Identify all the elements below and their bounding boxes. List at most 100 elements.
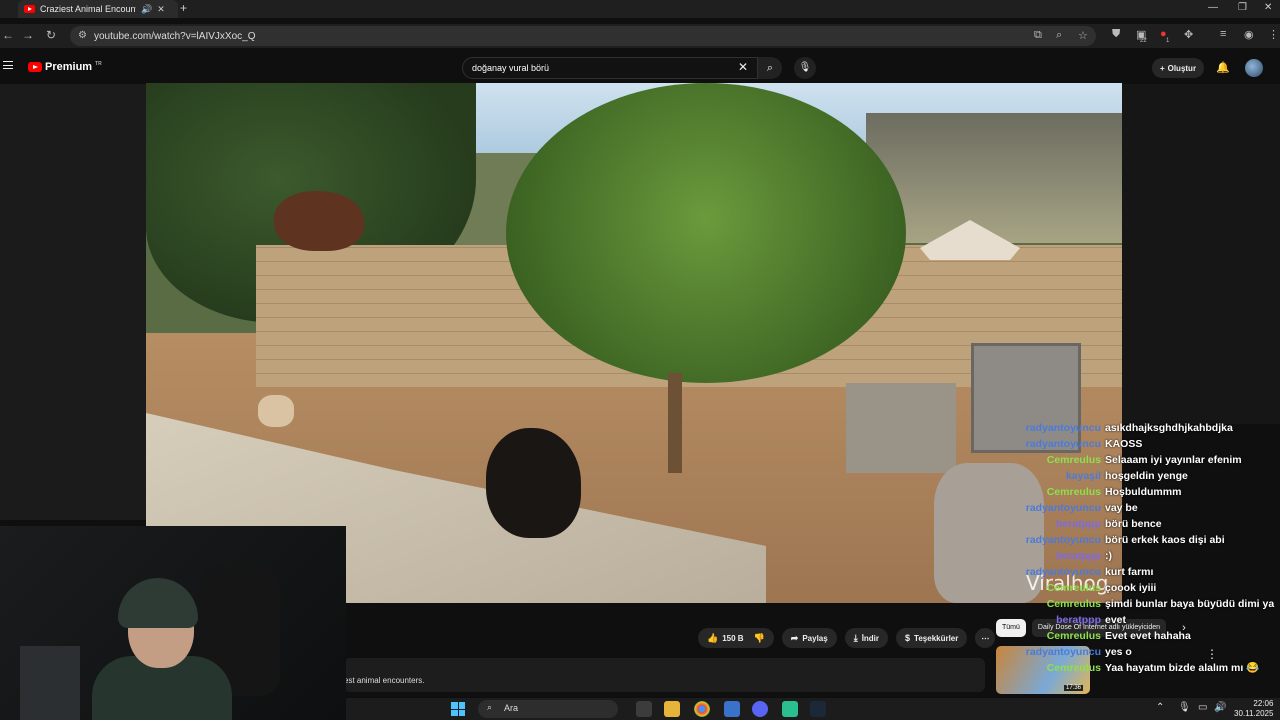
account-avatar[interactable] [1245, 59, 1263, 77]
browser-tab[interactable]: Craziest Animal Encounters 🔊 ✕ [18, 0, 178, 18]
chat-username: beratppp [1056, 550, 1101, 562]
thanks-icon: $ [905, 633, 911, 643]
file-explorer-icon[interactable] [664, 701, 680, 717]
create-button[interactable]: + Oluştur [1152, 58, 1204, 78]
like-button[interactable]: 👍 150 B 👎 [698, 628, 774, 648]
video-player[interactable]: Viralhog [146, 83, 1122, 603]
clear-search-icon[interactable]: ✕ [738, 60, 748, 74]
more-icon: ⋯ [981, 633, 990, 643]
video-bear-on-ground [486, 428, 581, 538]
chat-text: KAOSS [1105, 438, 1143, 450]
new-tab-button[interactable]: + [180, 1, 187, 15]
volume-icon[interactable]: 🔊 [1214, 702, 1226, 713]
chat-username: beratppp [1056, 518, 1101, 530]
forward-icon[interactable]: → [22, 28, 34, 42]
taskbar-search[interactable]: ⌕ Ara [478, 700, 618, 718]
thanks-button[interactable]: $ Teşekkürler [896, 628, 968, 648]
video-orange-tree [506, 83, 906, 383]
youtube-header: Premium TR doğanay vural börü ✕ ⌕ 🎙 + Ol… [0, 52, 1280, 84]
more-actions-button[interactable]: ⋯ [975, 628, 996, 648]
zoom-icon[interactable]: ⌕ [1056, 29, 1062, 42]
search-icon: ⌕ [766, 62, 774, 74]
thumbs-down-icon[interactable]: 👎 [754, 633, 765, 644]
extensions-puzzle-icon[interactable]: ✥ [1184, 28, 1193, 41]
chat-text: :) [1105, 550, 1112, 562]
youtube-favicon-icon [24, 5, 35, 13]
steam-icon[interactable] [810, 701, 826, 717]
webcam-person-hat [118, 578, 198, 628]
network-icon[interactable]: ▭ [1198, 702, 1207, 713]
chat-text: Hoşbuldummm [1105, 486, 1182, 498]
browser-toolbar: ← → ↻ ⚙ youtube.com/watch?v=lAIVJxXoc_Q … [0, 24, 1280, 48]
task-view-icon[interactable] [636, 701, 652, 717]
chrome-icon[interactable] [694, 701, 710, 717]
chat-message: Cemreulus Selaaam iyi yayınlar efenim [1000, 452, 1280, 468]
screen: Craziest Animal Encounters 🔊 ✕ + — ❐ ✕ ←… [0, 0, 1280, 720]
chat-username: Cemreulus [1046, 454, 1101, 466]
description-box[interactable]: est animal encounters. [344, 658, 985, 692]
notifications-bell-icon[interactable]: 🔔 [1216, 61, 1230, 74]
reload-icon[interactable]: ↻ [46, 28, 56, 42]
browser-tab-strip: Craziest Animal Encounters 🔊 ✕ + — ❐ ✕ [0, 0, 1280, 18]
chat-text: asıkdhajksghdhjkahbdjka [1105, 422, 1233, 434]
share-icon: ➦ [790, 632, 799, 643]
video-actions: 👍 150 B 👎 ➦ Paylaş ⤓ İndir $ Teşekkürler… [698, 628, 996, 650]
discord-icon[interactable] [752, 701, 768, 717]
chat-username: kayaşil [1065, 470, 1101, 482]
share-button[interactable]: ➦ Paylaş [781, 628, 837, 648]
chat-message: Cemreulus Evet evet hahaha [1000, 628, 1280, 644]
speaker-icon[interactable]: 🔊 [141, 4, 152, 15]
download-icon: ⤓ [853, 632, 858, 643]
webcam-overlay [0, 526, 346, 720]
url-text: youtube.com/watch?v=lAIVJxXoc_Q [94, 30, 256, 42]
bookmark-star-icon[interactable]: ☆ [1078, 29, 1088, 42]
microphone-tray-icon[interactable]: 🎙 [1178, 702, 1191, 713]
maximize-icon[interactable]: ❐ [1238, 2, 1247, 13]
chat-message: beratppp:) [1000, 548, 1280, 564]
chat-overlay: radyantoyuncu asıkdhajksghdhjkahbdjka rady… [1000, 420, 1280, 676]
app-icon-green[interactable] [782, 701, 798, 717]
chat-username: radyantoyuncu [1025, 502, 1101, 514]
chat-text: yes o [1105, 646, 1132, 658]
chat-username: Cemreulus [1046, 598, 1101, 610]
chat-text: kurt farmı [1105, 566, 1154, 578]
cast-icon[interactable]: ⧉ [1034, 29, 1042, 42]
chat-message: radyantoyuncu börü erkek kaos dişi abi [1000, 532, 1280, 548]
site-info-icon[interactable]: ⚙ [78, 30, 87, 41]
chat-message: Cemreulus şimdi bunlar baya büyüdü dimi y… [1000, 596, 1280, 612]
extension-badge: 22 [1140, 38, 1147, 44]
chat-message: radyantoyuncu KAOSS [1000, 436, 1280, 452]
app-icon-blue[interactable] [724, 701, 740, 717]
extension-badge-2: 1 [1166, 38, 1170, 44]
chat-text: evet [1105, 614, 1127, 626]
address-bar[interactable]: ⚙ youtube.com/watch?v=lAIVJxXoc_Q ⧉ ⌕ ☆ [70, 26, 1096, 46]
video-dog [258, 395, 294, 427]
profile-icon[interactable]: ◉ [1244, 28, 1254, 41]
windows-start-icon[interactable] [451, 702, 465, 716]
minimize-icon[interactable]: — [1208, 2, 1218, 13]
taskbar-search-icon: ⌕ [487, 702, 493, 712]
youtube-logo[interactable]: Premium TR [28, 61, 102, 73]
chat-username: radyantoyuncu [1025, 646, 1101, 658]
voice-search-button[interactable]: 🎙 [794, 57, 816, 79]
search-input[interactable]: doğanay vural börü [462, 57, 758, 79]
menu-icon[interactable] [3, 61, 13, 69]
download-label: İndir [861, 633, 880, 643]
media-controls-icon[interactable]: ≡ [1220, 28, 1226, 40]
browser-menu-icon[interactable]: ⋮ [1268, 28, 1279, 41]
close-window-icon[interactable]: ✕ [1264, 2, 1272, 13]
close-tab-icon[interactable]: ✕ [157, 4, 165, 15]
video-tree-trunk [668, 373, 682, 473]
taskbar-clock[interactable]: 22:06 30.11.2025 [1234, 699, 1273, 719]
player-background-right [1122, 84, 1280, 424]
chat-message: beratppp evet [1000, 612, 1280, 628]
back-icon[interactable]: ← [2, 28, 14, 42]
download-button[interactable]: ⤓ İndir [844, 628, 889, 648]
chat-text: börü bence [1105, 518, 1162, 530]
shield-extension-icon[interactable]: ⛊ [1112, 28, 1120, 41]
description-text: est animal encounters. [344, 676, 425, 685]
chat-username: Cemreulus [1046, 630, 1101, 642]
tray-chevron-icon[interactable]: ⌃ [1156, 702, 1164, 713]
search-button[interactable]: ⌕ [758, 57, 782, 79]
chat-username: radyantoyuncu [1025, 438, 1101, 450]
